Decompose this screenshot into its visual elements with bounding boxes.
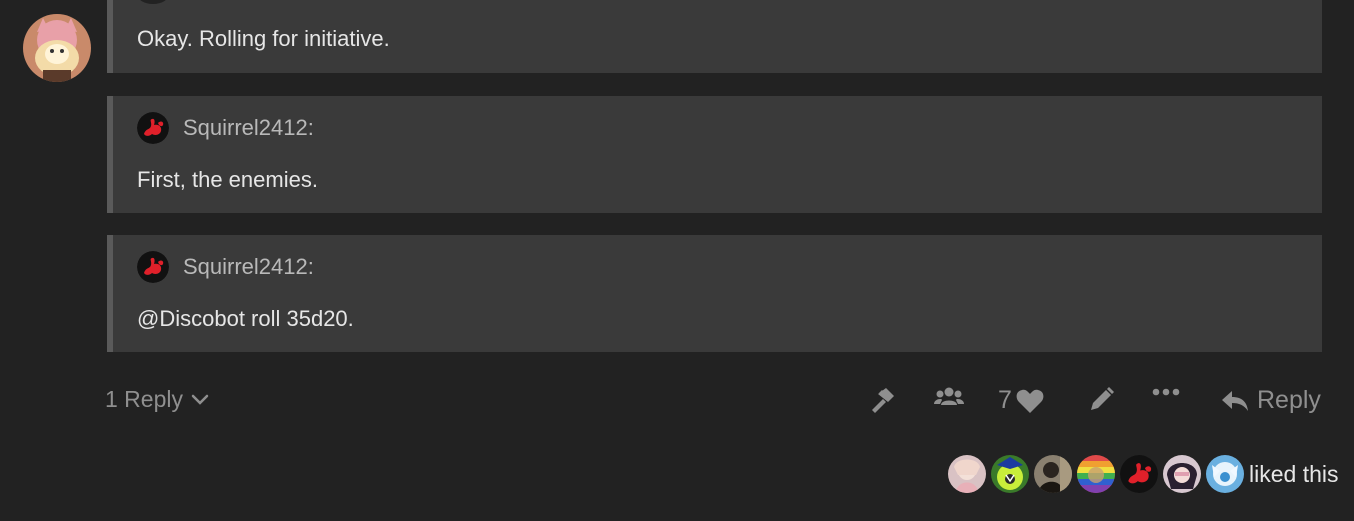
liked-this-label: liked this [1249,460,1339,487]
group-icon [934,387,964,405]
group-button[interactable] [934,386,964,408]
post-controls: 1 Reply 7 Reply [0,380,1354,424]
author-avatar-image [23,14,91,82]
pencil-icon [1091,387,1114,410]
heart-icon [1016,389,1044,413]
post-container: Okay. Rolling for initiative. Squirrel24… [0,0,1354,521]
quote-header: Squirrel2412: [137,112,314,144]
like-button[interactable]: 7 [998,386,1044,415]
reply-button[interactable]: Reply [1221,386,1321,415]
replies-label: 1 Reply [105,386,183,412]
quote-author[interactable]: Squirrel2412: [183,115,314,141]
replies-toggle-button[interactable]: 1 Reply [105,386,209,413]
quote-text: Okay. Rolling for initiative. [137,26,390,51]
quote-author[interactable]: Squirrel2412: [183,254,314,280]
admin-wrench-button[interactable] [868,386,898,414]
wrench-icon [872,388,894,413]
liker-avatar[interactable] [948,455,986,493]
liker-avatar-squirrel[interactable] [1120,455,1158,493]
quote-avatar-stub [137,0,169,4]
quote-text: @Discobot roll 35d20. [137,306,354,331]
chevron-down-icon [191,394,209,405]
quote-header: Squirrel2412: [137,251,314,283]
like-count: 7 [998,386,1012,414]
squirrel-icon[interactable] [137,251,169,283]
quote-block: Squirrel2412: First, the enemies. [107,96,1322,213]
author-avatar[interactable] [23,14,91,82]
edit-button[interactable] [1087,386,1115,414]
more-button[interactable] [1152,386,1180,398]
liker-avatar[interactable] [1077,455,1115,493]
liker-avatar[interactable] [1163,455,1201,493]
reply-icon [1222,390,1248,411]
more-icon [1152,388,1180,396]
quote-block: Squirrel2412: @Discobot roll 35d20. [107,235,1322,352]
quote-text: First, the enemies. [137,167,318,192]
squirrel-icon[interactable] [137,112,169,144]
reply-label: Reply [1257,386,1321,414]
liker-avatar[interactable] [1034,455,1072,493]
quote-block: Okay. Rolling for initiative. [107,0,1322,73]
liker-avatar[interactable] [991,455,1029,493]
liker-avatar[interactable] [1206,455,1244,493]
likers-list: liked this [948,455,1338,493]
